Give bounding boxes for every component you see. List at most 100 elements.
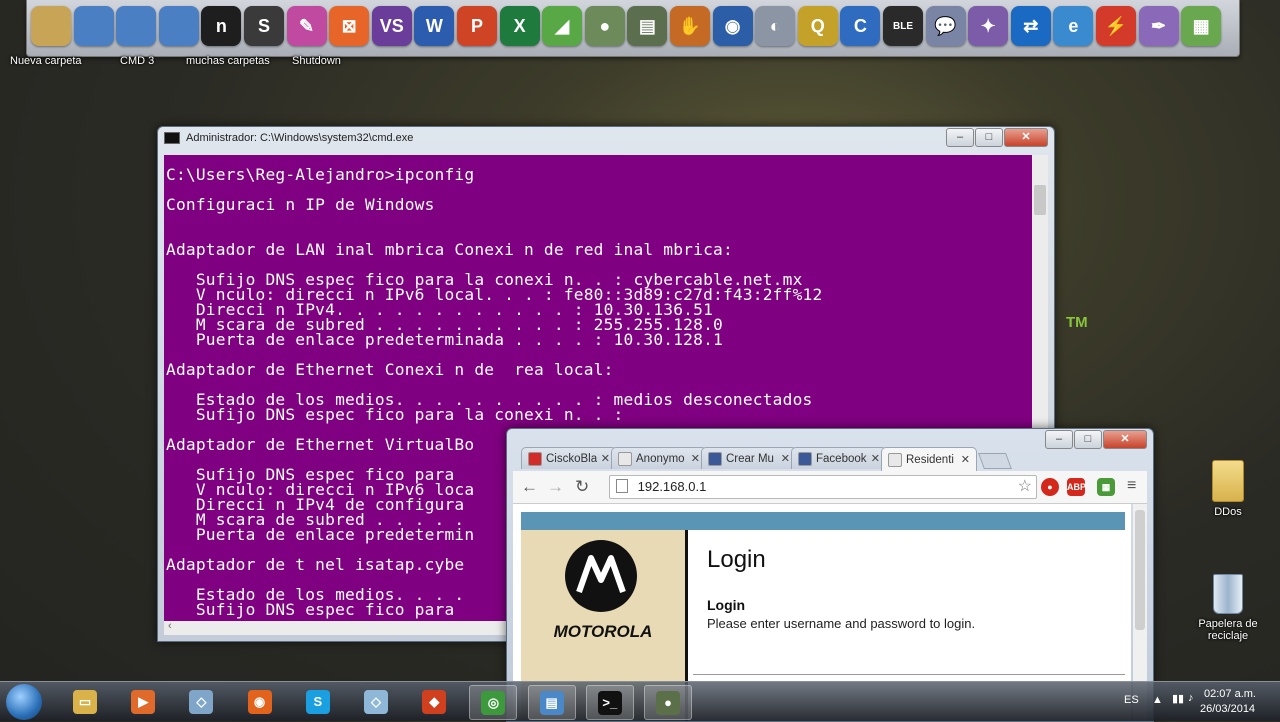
glove-icon[interactable]: ✋ (670, 6, 710, 46)
taskbar-button[interactable]: ▭ (62, 685, 108, 718)
close-button[interactable]: ✕ (1004, 128, 1048, 147)
tab-close-icon[interactable]: ✕ (961, 453, 970, 466)
browser-tab[interactable]: CisckoBla ✕ (521, 447, 617, 469)
maximize-button[interactable]: □ (975, 128, 1003, 147)
camtasia-icon[interactable]: ◢ (542, 6, 583, 46)
taskbar-button[interactable]: ◉ (237, 685, 283, 718)
tab-favicon-icon (798, 451, 812, 466)
tab-strip: CisckoBla ✕ Anonymo ✕ Crear Mu ✕ Facebook ✕ Resi… (521, 447, 1012, 471)
internet-explorer-icon[interactable]: e (1053, 6, 1094, 46)
tab-label: Residenti (906, 453, 954, 466)
dock-caption: CMD 3 (120, 55, 155, 67)
browser-close-button[interactable]: ✕ (1103, 430, 1147, 449)
control-panel-icon: ▤ (539, 690, 564, 715)
flash-icon[interactable]: ⚡ (1096, 6, 1136, 46)
start-button[interactable] (6, 684, 42, 720)
taskbar-button[interactable]: ▶ (120, 685, 166, 718)
cmd-titlebar[interactable]: Administrador: C:\Windows\system32\cmd.e… (158, 127, 1054, 149)
bluestacks-ble-icon[interactable]: BLE (883, 6, 923, 46)
abp-icon[interactable]: ABP (1067, 478, 1086, 496)
dock-caption: Shutdown (292, 55, 341, 67)
desktop-folder-ddos[interactable]: DDos (1183, 460, 1273, 518)
quill-icon[interactable]: ✒ (1138, 6, 1179, 46)
reload-icon[interactable]: ↻ (575, 477, 589, 497)
bluestacks-icon[interactable]: ▦ (1181, 6, 1222, 46)
adblock-icon[interactable]: ● (1041, 478, 1059, 496)
sublime-text-icon[interactable]: S (244, 6, 284, 46)
page-scroll-thumb[interactable] (1135, 510, 1145, 630)
motorola-logo-icon (565, 540, 637, 612)
powerpoint-icon[interactable]: P (457, 6, 497, 46)
drive-icon[interactable]: ◐ (755, 6, 796, 46)
cmd-title: Administrador: C:\Windows\system32\cmd.e… (186, 132, 414, 144)
taskbar-button[interactable]: >_ (585, 685, 634, 720)
cards-icon: ◇ (364, 689, 388, 714)
recycle-bin-label: Papelera de reciclaje (1198, 618, 1258, 642)
language-indicator[interactable]: ES (1124, 694, 1139, 706)
scroll-left-arrow-icon[interactable]: ‹ (168, 620, 172, 632)
paint-palette-icon[interactable]: ✎ (286, 6, 327, 46)
git-icon: ◆ (422, 689, 447, 714)
tray-expand-icon[interactable]: ▲ (1152, 694, 1163, 706)
address-bar[interactable]: 192.168.0.1 ☆ (609, 475, 1037, 499)
taskbar-button[interactable]: S (295, 685, 341, 718)
taskbar-button[interactable]: ◎ (469, 685, 518, 720)
network-globe-icon-3[interactable] (158, 6, 199, 46)
tab-close-icon[interactable]: ✕ (691, 452, 700, 465)
taskbar-button[interactable]: ▤ (527, 685, 576, 720)
skype-icon: S (305, 689, 330, 714)
taskbar-button[interactable]: ◆ (411, 685, 457, 718)
network-globe-icon-2[interactable] (116, 6, 157, 46)
tab-close-icon[interactable]: ✕ (601, 452, 610, 465)
quicktime-icon[interactable]: Q (797, 6, 838, 46)
dock-caption: muchas carpetas (186, 55, 270, 67)
terminal-shortcut-icon[interactable]: ▤ (627, 6, 668, 46)
clock-date[interactable]: 26/03/2014 (1200, 703, 1255, 715)
forward-arrow-icon[interactable]: → (547, 477, 564, 497)
back-arrow-icon[interactable]: ← (521, 477, 538, 497)
tab-close-icon[interactable]: ✕ (781, 452, 790, 465)
ccleaner-icon[interactable]: C (840, 6, 881, 46)
visual-studio-icon[interactable]: VS (371, 6, 412, 46)
app-n-icon[interactable]: n (201, 6, 242, 46)
desktop-recycle-bin[interactable]: Papelera de reciclaje (1183, 574, 1273, 642)
network-icon[interactable]: ▮▮ (1172, 692, 1184, 705)
browser-toolbar: ← → ↻ 192.168.0.1 ☆ ● ABP ▦ ≡ (513, 471, 1147, 504)
folder-icon[interactable] (31, 6, 71, 46)
minimize-button[interactable]: – (946, 128, 974, 147)
taskbar-button[interactable]: ◇ (353, 685, 399, 718)
browser-maximize-button[interactable]: □ (1074, 430, 1102, 449)
taskbar-button[interactable]: ● (644, 685, 692, 720)
tab-label: Facebook (816, 452, 867, 465)
taskbar-button[interactable]: ◇ (178, 685, 224, 718)
login-subheading: Login (707, 597, 746, 613)
scroll-thumb[interactable] (1034, 185, 1046, 215)
recorder-icon[interactable]: ● (584, 6, 625, 46)
browser-window[interactable]: – □ ✕ CisckoBla ✕ Anonymo ✕ Crear Mu ✕ Faceboo… (506, 428, 1154, 722)
tab-label: CisckoBla (546, 452, 597, 465)
tab-favicon-icon (618, 451, 632, 466)
bookmark-star-icon[interactable]: ☆ (1018, 476, 1032, 498)
xampp-icon[interactable]: ⊠ (329, 6, 370, 46)
browser-tab[interactable]: Crear Mu ✕ (701, 447, 797, 469)
word-icon[interactable]: W (414, 6, 455, 46)
volume-icon[interactable]: ♪ (1188, 692, 1194, 704)
pidgin-icon[interactable]: ✦ (968, 6, 1009, 46)
notes-icon: ◇ (189, 689, 214, 714)
dock-caption: Nueva carpeta (10, 55, 82, 67)
tab-close-icon[interactable]: ✕ (871, 452, 880, 465)
recorder-taskbar-icon: ● (656, 690, 680, 715)
google-earth-icon[interactable]: ◉ (712, 6, 753, 46)
browser-minimize-button[interactable]: – (1045, 430, 1073, 449)
clock-time[interactable]: 02:07 a.m. (1204, 688, 1256, 700)
browser-tab[interactable]: Facebook ✕ (791, 447, 887, 469)
teamviewer-icon[interactable]: ⇄ (1010, 6, 1051, 46)
new-tab-button[interactable] (978, 453, 1012, 469)
browser-tab[interactable]: Anonymo ✕ (611, 447, 707, 469)
network-globe-icon[interactable] (73, 6, 114, 46)
browser-tab[interactable]: Residenti ✕ (881, 447, 977, 471)
excel-icon[interactable]: X (499, 6, 540, 46)
extension-icon[interactable]: ▦ (1097, 478, 1115, 496)
chat-bubble-icon[interactable]: 💬 (925, 6, 966, 46)
menu-icon[interactable]: ≡ (1127, 477, 1136, 495)
